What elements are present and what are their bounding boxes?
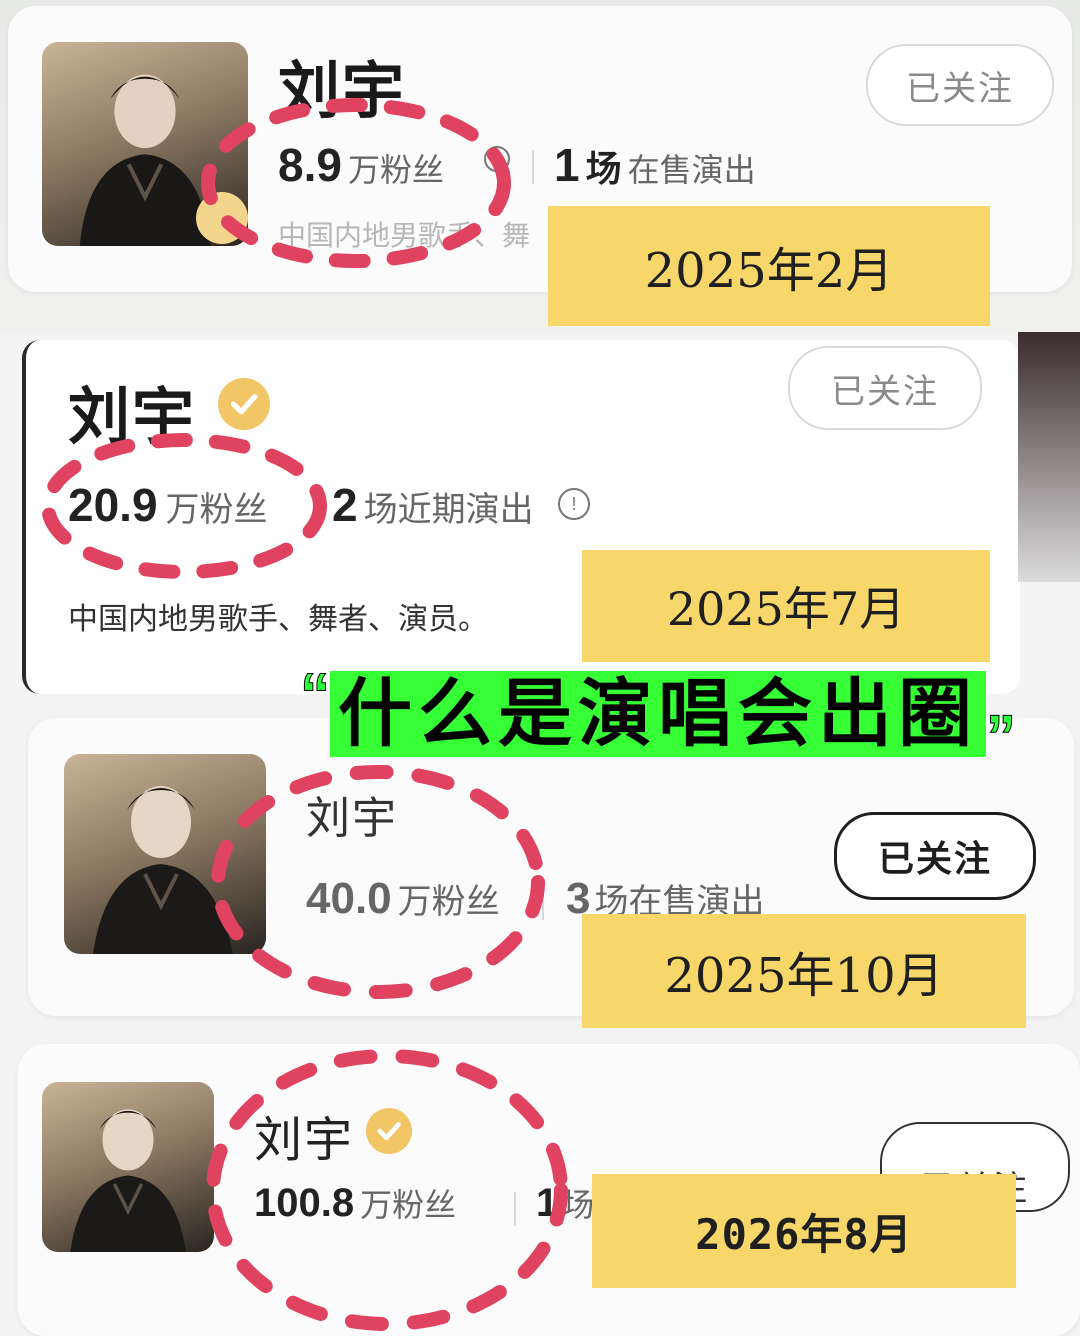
verified-check-icon [366,1108,412,1154]
artist-name: 刘宇 [278,57,407,126]
fans-count: 8.9 [278,139,342,191]
fans-stat: 20.9 万粉丝 [68,478,268,532]
followed-button[interactable]: 已关注 [866,44,1054,126]
shows-unit: 场 [562,1187,595,1223]
followed-button[interactable]: 已关注 [834,812,1036,900]
artist-name: 刘宇 [68,383,197,452]
headline: “ 什么是演唱会出圈 ” [300,661,1017,767]
verified-check-icon [218,378,270,430]
artist-description: 中国内地男歌手、舞者、演员。 [68,603,488,636]
shows-text: 近期演出 [397,491,534,529]
date-label: 2025年10月 [582,914,1026,1028]
artist-avatar[interactable] [64,754,266,954]
shows-stat: 1 场在售演出 [554,138,756,192]
fans-stat: 100.8 万粉丝 [254,1180,456,1226]
fans-count: 20.9 [68,479,158,531]
info-icon[interactable]: ! [558,488,590,520]
artist-avatar[interactable] [42,1082,214,1252]
fans-unit: 万粉丝 [360,1187,457,1223]
divider [514,1192,516,1226]
headline-text: 什么是演唱会出圈 [330,671,986,757]
snapshot-2026-08: 刘宇 100.8万粉丝 1场 已关注 2026年8月 [0,1030,1080,1336]
open-quote: “ [300,661,331,728]
divider [532,150,534,184]
shows-unit: 场 [585,148,622,189]
artist-description: 中国内地男歌手、舞 [278,220,531,251]
info-icon[interactable]: i [484,146,510,172]
fans-stat: 8.9 万粉丝 [278,138,444,192]
side-strip [1018,332,1080,582]
date-label: 2026年8月 [592,1174,1016,1288]
shows-stat: 2 场近期演出 [332,478,534,532]
fans-count: 100.8 [254,1181,355,1225]
snapshot-2025-02: 刘宇 8.9 万粉丝 i 1 场在售演出 中国内地男歌手、舞 已关注 2025年2月 [0,0,1080,332]
fans-unit: 万粉丝 [165,491,268,529]
fans-unit: 万粉丝 [347,152,444,188]
followed-button[interactable]: 已关注 [788,346,982,430]
snapshot-2025-10: 刘宇 40.0 万粉丝 3 场在售演出 已关注 2025年10月 [0,710,1080,1030]
portrait-image [70,1109,186,1252]
divider [542,886,544,920]
fans-count: 40.0 [306,874,392,923]
shows-unit: 场 [363,491,398,529]
portrait-image [93,786,233,954]
shows-count: 1 [554,139,580,191]
snapshot-2025-07: 刘宇 20.9 万粉丝 2 场近期演出 ! 中国内地男歌手、舞者、演员。 已关注 2… [0,332,1080,710]
fans-stat: 40.0 万粉丝 [306,874,500,924]
shows-count: 2 [332,479,358,531]
fans-unit: 万粉丝 [397,883,500,921]
artist-name: 刘宇 [254,1114,355,1167]
shows-count: 1 [536,1181,559,1225]
shows-stat: 1场 [536,1180,594,1226]
date-label: 2025年7月 [582,550,990,662]
badge-icon [196,192,248,244]
shows-text: 在售演出 [627,152,756,188]
close-quote: ” [986,703,1017,770]
date-label: 2025年2月 [548,206,990,326]
artist-name: 刘宇 [306,794,398,843]
